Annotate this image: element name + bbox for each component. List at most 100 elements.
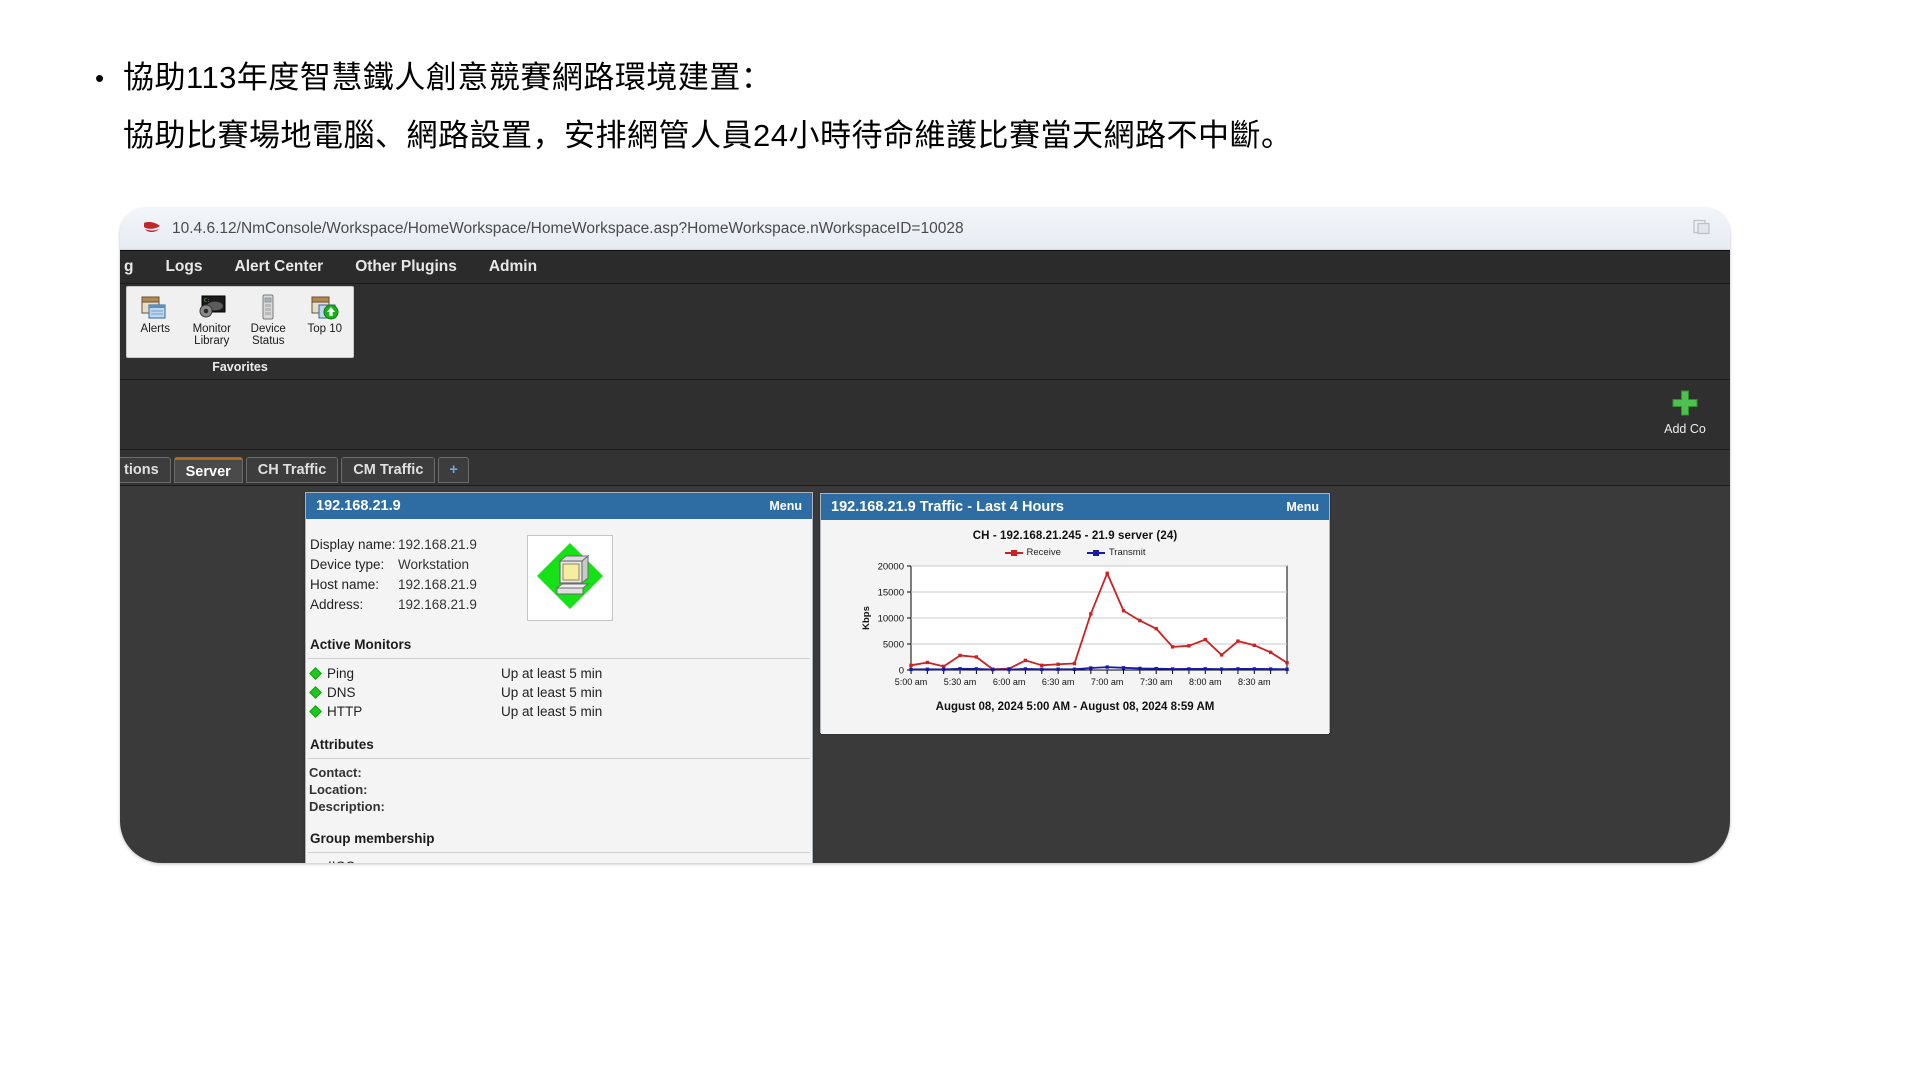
svg-text:5000: 5000: [883, 640, 904, 651]
attribute-row: Contact:: [309, 765, 362, 780]
ribbon-button-device-status-label: Device Status: [250, 323, 286, 347]
chart-panel-title: 192.168.21.9 Traffic - Last 4 Hours: [831, 499, 1064, 515]
group-membership-list: IICC: [306, 853, 812, 863]
svg-text:8:30 am: 8:30 am: [1238, 677, 1271, 687]
svg-text:8:00 am: 8:00 am: [1189, 677, 1222, 687]
legend-label-receive: Receive: [1026, 547, 1061, 558]
browser-window: 10.4.6.12/NmConsole/Workspace/HomeWorksp…: [120, 208, 1730, 863]
device-field-value: 192.168.21.9: [398, 577, 477, 592]
folder-icon: [310, 861, 325, 864]
tab-server[interactable]: Server: [173, 457, 243, 483]
device-field-row: Host name: 192.168.21.9: [310, 575, 477, 595]
monitor-status: Up at least 5 min: [501, 685, 603, 700]
app-ribbon: Alerts C: Monitor Library Device Status …: [120, 284, 1730, 380]
tab-ch-traffic[interactable]: CH Traffic: [245, 457, 339, 483]
attribute-row: Description:: [309, 799, 385, 814]
svg-text:7:30 am: 7:30 am: [1140, 677, 1173, 687]
svg-text:10000: 10000: [878, 614, 904, 625]
device-thumbnail: [526, 535, 613, 621]
legend-marker-transmit: [1086, 549, 1105, 557]
monitor-name: HTTP: [327, 704, 363, 719]
device-field-row: Display name: 192.168.21.9: [310, 535, 477, 555]
active-monitors-heading: Active Monitors: [310, 637, 412, 652]
device-panel-body: Display name: 192.168.21.9 Device type: …: [306, 519, 812, 863]
workspace-canvas: 192.168.21.9 Menu Display name: 192.168.…: [120, 486, 1730, 863]
app-menu-bar: g Logs Alert Center Other Plugins Admin: [120, 250, 1730, 284]
legend-marker-receive: [1004, 549, 1023, 557]
ribbon-button-top-10[interactable]: Top 10: [298, 291, 352, 336]
legend-entry-receive: Receive: [1004, 547, 1061, 558]
ribbon-button-monitor-library[interactable]: C: Monitor Library: [185, 291, 239, 347]
device-panel-menu-button[interactable]: Menu: [769, 499, 802, 513]
device-panel-title: 192.168.21.9: [316, 498, 401, 514]
menu-item-other-plugins[interactable]: Other Plugins: [339, 250, 473, 284]
bullet-line-1: • 協助113年度智慧鐵人創意競賽網路環境建置：: [95, 55, 1695, 101]
traffic-line-chart: 0 5000 10000 15000 20000 Kbps 5:00 am 5:30 am 6:…: [861, 562, 1289, 687]
device-field-row: Address: 192.168.21.9: [310, 595, 477, 615]
monitor-status: Up at least 5 min: [501, 666, 603, 681]
chart-panel-header: 192.168.21.9 Traffic - Last 4 Hours Menu: [821, 494, 1329, 520]
group-row[interactable]: IICC: [306, 857, 812, 863]
svg-text:0: 0: [899, 666, 904, 677]
tab-cm-traffic[interactable]: CM Traffic: [341, 457, 436, 483]
workstation-green-diamond-icon: [533, 539, 607, 618]
monitor-row: HTTP Up at least 5 min: [306, 702, 812, 721]
svg-text:20000: 20000: [878, 562, 904, 573]
ribbon-button-alerts-label: Alerts: [140, 323, 170, 335]
ribbon-button-alerts[interactable]: Alerts: [128, 291, 182, 336]
device-field-key: Device type:: [310, 557, 385, 572]
slide-text-block: • 協助113年度智慧鐵人創意競賽網路環境建置： 協助比賽場地電腦、網路設置，安…: [95, 55, 1695, 159]
whatsup-gold-favicon-icon: [142, 220, 162, 238]
alerts-icon: [139, 293, 171, 323]
device-details-panel: 192.168.21.9 Menu Display name: 192.168.…: [305, 492, 813, 863]
menu-item-alert-center[interactable]: Alert Center: [219, 250, 340, 284]
add-content-button[interactable]: Add Co: [1646, 388, 1724, 436]
svg-text:6:30 am: 6:30 am: [1042, 677, 1075, 687]
browser-address-bar[interactable]: 10.4.6.12/NmConsole/Workspace/HomeWorksp…: [120, 208, 1730, 250]
device-panel-header: 192.168.21.9 Menu: [306, 493, 812, 519]
workspace-tab-strip: tions Server CH Traffic CM Traffic +: [120, 450, 1730, 486]
ribbon-button-device-status[interactable]: Device Status: [241, 291, 295, 347]
device-field-key: Address:: [310, 597, 364, 612]
chart-body: CH - 192.168.21.245 - 21.9 server (24) R…: [821, 520, 1329, 734]
tab-add-button[interactable]: +: [438, 457, 469, 483]
ribbon-button-top-10-label: Top 10: [307, 323, 343, 335]
copy-icon[interactable]: [1692, 217, 1712, 240]
ribbon-button-monitor-library-label: Monitor Library: [192, 323, 231, 347]
bullet-marker: •: [95, 63, 105, 93]
active-monitors-list: Ping Up at least 5 min DNS Up at least 5…: [306, 659, 812, 721]
address-bar-url: 10.4.6.12/NmConsole/Workspace/HomeWorksp…: [172, 219, 964, 237]
attributes-list: Contact: Location: Description:: [306, 759, 812, 815]
top-10-icon: [309, 293, 341, 323]
menu-item-logs[interactable]: Logs: [149, 250, 218, 284]
tab-0[interactable]: tions: [120, 457, 171, 483]
green-diamond-icon: [309, 686, 322, 699]
monitor-name: Ping: [327, 666, 355, 681]
ribbon-group-caption: Favorites: [212, 360, 268, 374]
monitor-row: DNS Up at least 5 min: [306, 683, 812, 702]
group-membership-heading: Group membership: [310, 831, 435, 846]
svg-text:5:00 am: 5:00 am: [895, 677, 928, 687]
add-content-label: Add Co: [1664, 422, 1706, 436]
ribbon-secondary-row: Add Co: [120, 380, 1730, 450]
menu-item-admin[interactable]: Admin: [473, 250, 553, 284]
chart-date-range: August 08, 2024 5:00 AM - August 08, 202…: [935, 701, 1215, 713]
device-status-icon: [252, 293, 284, 323]
attributes-heading: Attributes: [310, 737, 374, 752]
svg-text:Kbps: Kbps: [861, 606, 872, 630]
monitor-name: DNS: [327, 685, 356, 700]
chart-legend: Receive Transmit: [821, 547, 1329, 558]
slide-body-line: 協助比賽場地電腦、網路設置，安排網管人員24小時待命維護比賽當天網路不中斷。: [123, 118, 1293, 153]
chart-panel-menu-button[interactable]: Menu: [1286, 500, 1319, 514]
menu-item-0[interactable]: g: [120, 250, 149, 284]
device-field-value: Workstation: [398, 557, 470, 572]
device-field-value: 192.168.21.9: [398, 597, 477, 612]
green-diamond-icon: [309, 705, 322, 718]
device-field-list: Display name: 192.168.21.9 Device type: …: [306, 535, 477, 621]
attribute-row: Location:: [309, 782, 368, 797]
slide-root: • 協助113年度智慧鐵人創意競賽網路環境建置： 協助比賽場地電腦、網路設置，安…: [0, 0, 1920, 1080]
device-field-value: 192.168.21.9: [398, 537, 477, 552]
device-info-block: Display name: 192.168.21.9 Device type: …: [306, 519, 812, 621]
svg-text:7:00 am: 7:00 am: [1091, 677, 1124, 687]
device-field-key: Display name:: [310, 537, 396, 552]
